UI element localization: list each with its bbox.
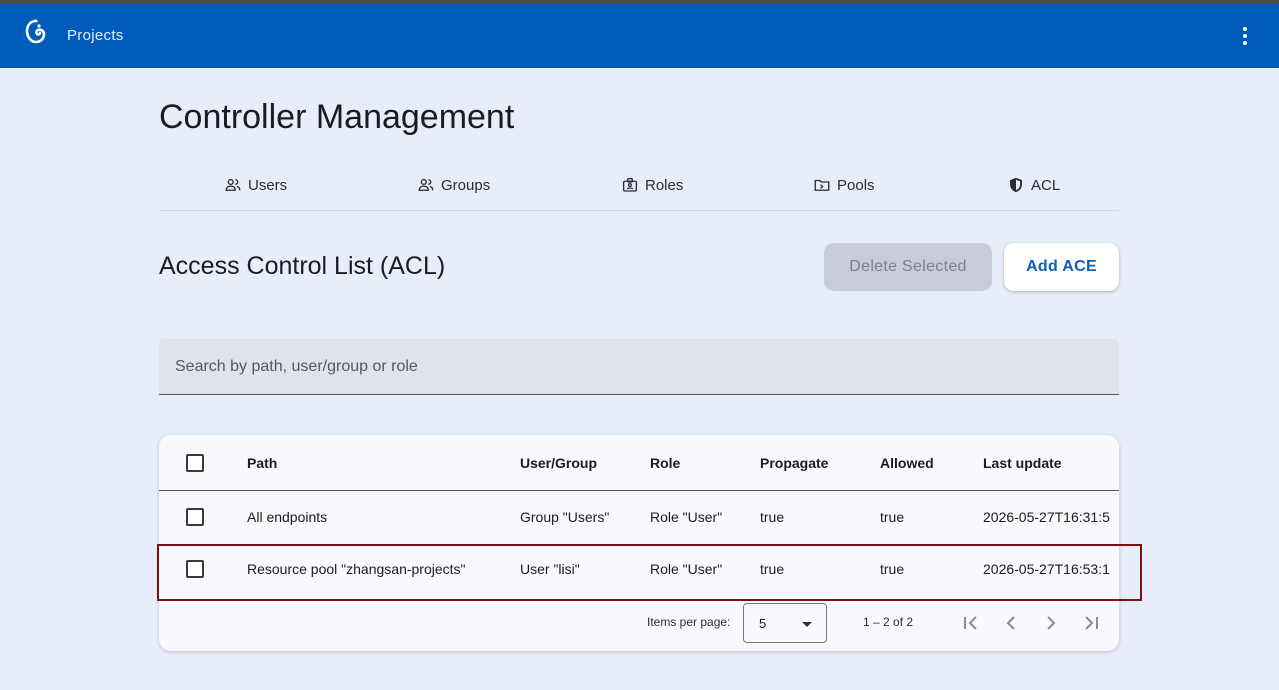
row-select-cell (186, 543, 204, 595)
column-header-allowed[interactable]: Allowed (880, 435, 934, 490)
delete-selected-button[interactable]: Delete Selected (824, 243, 992, 291)
roles-icon (622, 177, 638, 192)
last-page-icon[interactable] (1079, 611, 1103, 635)
tab-groups[interactable]: Groups (417, 160, 490, 210)
cell-propagate: true (760, 561, 785, 577)
cell-user-group: Group "Users" (520, 509, 610, 525)
cell-last-update: 2026-05-27T16:53:1 (983, 561, 1110, 577)
row-select-cell (186, 491, 204, 543)
search-field (159, 339, 1119, 395)
row-checkbox[interactable] (186, 508, 204, 526)
tab-users[interactable]: Users (224, 160, 287, 210)
tab-pools-label: Pools (837, 176, 875, 194)
cell-last-update: 2026-05-27T16:31:5 (983, 509, 1110, 525)
column-header-path[interactable]: Path (247, 435, 277, 490)
shield-icon (1010, 177, 1022, 193)
app-bar: Projects (0, 4, 1279, 68)
page-range-label: 1 – 2 of 2 (863, 615, 914, 629)
page-size-select[interactable]: 5 (743, 603, 827, 643)
row-checkbox[interactable] (186, 560, 204, 578)
previous-page-icon[interactable] (999, 611, 1023, 635)
next-page-icon[interactable] (1039, 611, 1063, 635)
add-ace-button[interactable]: Add ACE (1004, 243, 1119, 291)
section-title: Access Control List (ACL) (159, 252, 446, 280)
first-page-icon[interactable] (959, 611, 983, 635)
pools-icon (814, 179, 830, 191)
table-row[interactable]: All endpoints Group "Users" Role "User" … (159, 491, 1119, 543)
cell-path: All endpoints (247, 509, 328, 525)
acl-table: Path User/Group Role Propagate Allowed L… (159, 435, 1119, 651)
tab-bar: Users Groups Roles Pools ACL (159, 160, 1119, 211)
tab-pools[interactable]: Pools (813, 160, 875, 210)
cell-user-group: User "lisi" (520, 561, 580, 577)
tab-roles-label: Roles (645, 176, 684, 194)
cell-path: Resource pool "zhangsan-projects" (247, 561, 466, 577)
cell-propagate: true (760, 509, 785, 525)
column-header-role[interactable]: Role (650, 435, 680, 490)
cell-allowed: true (880, 561, 905, 577)
column-header-last-update[interactable]: Last update (983, 435, 1119, 490)
cell-role: Role "User" (650, 509, 723, 525)
dropdown-arrow-icon (802, 622, 812, 627)
search-input[interactable] (159, 339, 1119, 394)
tab-acl-label: ACL (1031, 176, 1061, 194)
tab-acl[interactable]: ACL (1007, 160, 1060, 210)
groups-icon (418, 178, 434, 191)
app-title[interactable]: Projects (67, 27, 124, 44)
page-title: Controller Management (159, 98, 515, 136)
table-header-row: Path User/Group Role Propagate Allowed L… (159, 435, 1119, 491)
cell-role: Role "User" (650, 561, 723, 577)
column-header-user-group[interactable]: User/Group (520, 435, 597, 490)
tab-roles[interactable]: Roles (621, 160, 683, 210)
select-all-checkbox[interactable] (186, 453, 204, 472)
tab-groups-label: Groups (441, 176, 491, 194)
items-per-page-label: Items per page: (647, 615, 731, 629)
app-logo-icon[interactable] (24, 18, 48, 46)
paginator: Items per page: 5 1 – 2 of 2 (159, 595, 1119, 651)
page-size-value: 5 (759, 616, 767, 631)
users-icon (225, 178, 241, 191)
select-all-cell (186, 435, 204, 490)
column-header-propagate[interactable]: Propagate (760, 435, 828, 490)
tab-users-label: Users (248, 176, 288, 194)
more-vert-icon[interactable] (1233, 24, 1257, 48)
table-row[interactable]: Resource pool "zhangsan-projects" User "… (159, 543, 1119, 595)
cell-allowed: true (880, 509, 905, 525)
